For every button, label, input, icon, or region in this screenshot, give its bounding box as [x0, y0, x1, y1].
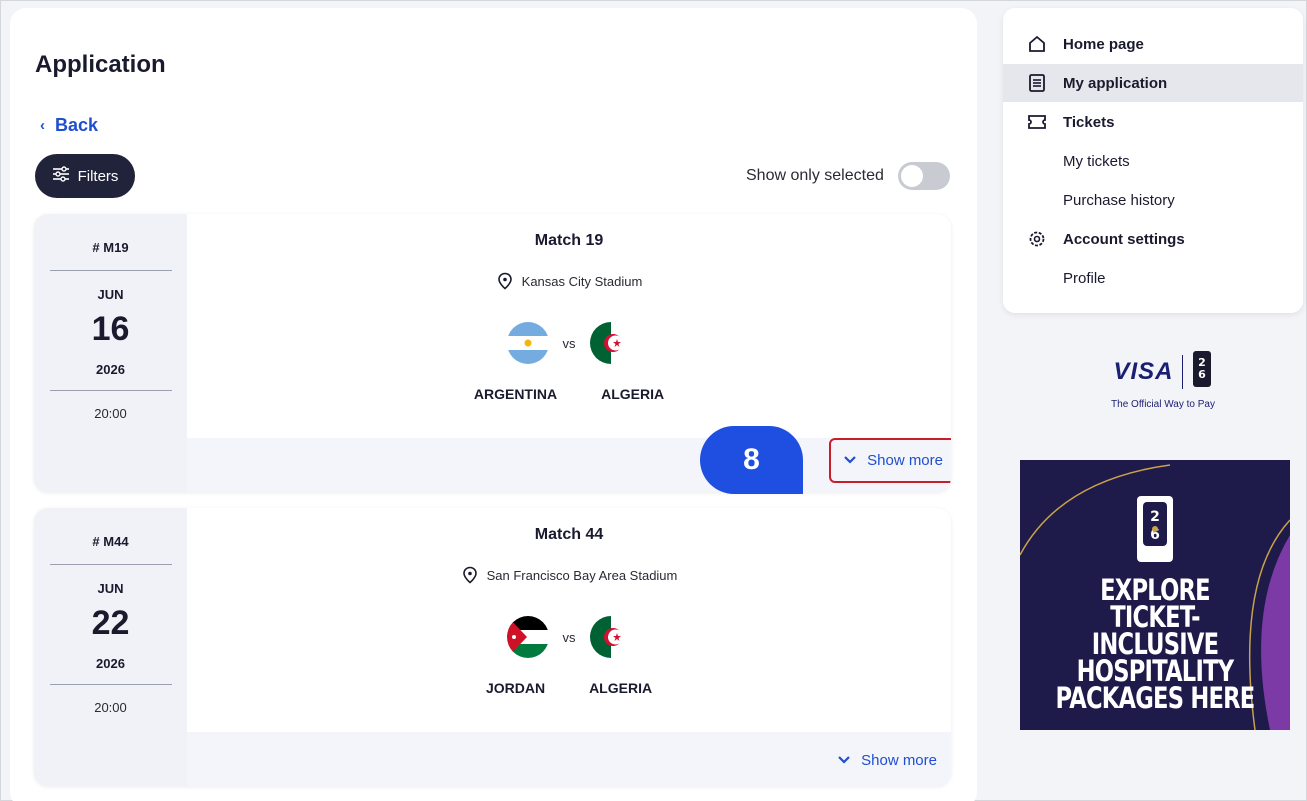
match-code: # M44 [92, 534, 129, 549]
divider [50, 270, 172, 271]
promo-line: PACKAGES HERE [1055, 681, 1256, 715]
ticket-icon [1003, 113, 1063, 131]
match-teams: vs [187, 322, 951, 364]
team-away: ALGERIA [589, 680, 653, 696]
show-more-label: Show more [867, 452, 943, 469]
sidebar-item-label: Profile [1063, 269, 1106, 287]
match-day: 16 [91, 310, 130, 348]
match-time: 20:00 [94, 700, 127, 715]
match-day: 22 [91, 604, 130, 642]
chevron-down-icon [837, 752, 851, 769]
team-home: ARGENTINA [473, 386, 558, 402]
match-time: 20:00 [94, 406, 127, 421]
sidebar-item-purchase-history[interactable]: Purchase history [1003, 181, 1303, 219]
match-card: # M19 JUN 16 2026 20:00 Match 19 Kansas … [34, 214, 951, 492]
match-date-column: # M19 JUN 16 2026 20:00 [34, 214, 187, 492]
match-month: JUN [97, 287, 124, 302]
gear-icon [1003, 229, 1063, 249]
match-year: 2026 [96, 656, 125, 671]
promo-text: EXPLORE TICKET-INCLUSIVE HOSPITALITY PAC… [1050, 576, 1261, 715]
sidebar-item-home[interactable]: Home page [1003, 25, 1303, 63]
hospitality-promo-banner[interactable]: 26 EXPLORE TICKET-INCLUSIVE HOSPITALITY … [1020, 460, 1290, 730]
page-title: Application [35, 51, 166, 78]
promo-line: TICKET-INCLUSIVE [1091, 600, 1219, 661]
chevron-down-icon [843, 452, 857, 469]
location-pin-icon [462, 566, 477, 584]
sidebar-item-my-tickets[interactable]: My tickets [1003, 142, 1303, 180]
fifa-logo-icon: 26 [1191, 350, 1213, 393]
sidebar-item-label: Home page [1063, 35, 1144, 53]
back-label: Back [55, 115, 99, 135]
versus-label: vs [562, 629, 576, 645]
algeria-flag-icon [589, 616, 632, 658]
sidebar-item-my-application[interactable]: My application [1003, 64, 1303, 102]
venue-name: Kansas City Stadium [521, 273, 643, 289]
chevron-left-icon: ‹ [40, 117, 45, 134]
match-info: Match 19 Kansas City Stadium vs ARGENTIN… [187, 214, 951, 438]
sidebar-menu: Home page My application Tickets My tick… [1003, 8, 1303, 313]
match-venue: Kansas City Stadium [187, 272, 951, 290]
match-year: 2026 [96, 362, 125, 377]
toggle-knob [900, 165, 923, 187]
match-date-column: # M44 JUN 22 2026 20:00 [34, 508, 187, 786]
match-info: Match 44 San Francisco Bay Area Stadium [187, 508, 951, 732]
team-home: JORDAN [485, 680, 546, 696]
filters-label: Filters [77, 167, 119, 185]
show-selected-label: Show only selected [746, 167, 884, 184]
match-code: # M19 [92, 240, 129, 255]
show-more-button[interactable]: Show more [833, 746, 941, 775]
document-icon [1003, 73, 1063, 93]
sidebar-item-tickets[interactable]: Tickets [1003, 103, 1303, 141]
home-icon [1003, 34, 1063, 54]
filters-button[interactable]: Filters [35, 154, 135, 198]
step-badge: 8 [700, 426, 803, 494]
match-card: # M44 JUN 22 2026 20:00 Match 44 San Fra… [34, 508, 951, 786]
match-footer: Show more [187, 732, 951, 786]
match-teams: vs [187, 616, 951, 658]
team-names: ARGENTINA ALGERIA [187, 386, 951, 402]
jordan-flag-icon [506, 616, 549, 658]
match-title: Match 44 [534, 526, 604, 543]
show-selected-toggle[interactable] [897, 162, 950, 190]
sidebar-item-profile[interactable]: Profile [1003, 259, 1303, 297]
match-title: Match 19 [534, 232, 604, 249]
divider [1181, 354, 1183, 389]
visa-sponsor: VISA 26 The Official Way to Pay [1098, 350, 1228, 410]
divider [50, 684, 172, 685]
location-pin-icon [497, 272, 512, 290]
sidebar-item-label: My application [1063, 74, 1168, 92]
visa-logo: VISA [1113, 357, 1174, 385]
show-more-button[interactable]: Show more [829, 438, 951, 483]
match-venue: San Francisco Bay Area Stadium [187, 566, 951, 584]
show-more-label: Show more [861, 752, 937, 769]
divider [50, 390, 172, 391]
fifa-world-cup-logo-icon: 26 [1137, 496, 1173, 562]
match-footer: Show more [187, 438, 951, 492]
sidebar-item-label: Account settings [1063, 230, 1185, 248]
match-month: JUN [97, 581, 124, 596]
main-panel: Application ‹ Back Filters Show only sel… [10, 8, 977, 801]
team-away: ALGERIA [601, 386, 665, 402]
venue-name: San Francisco Bay Area Stadium [486, 567, 678, 583]
svg-text:6: 6 [1198, 368, 1206, 381]
algeria-flag-icon [589, 322, 632, 364]
sidebar-item-label: Purchase history [1063, 191, 1175, 209]
visa-tagline: The Official Way to Pay [1111, 399, 1215, 410]
sidebar-item-account-settings[interactable]: Account settings [1003, 220, 1303, 258]
svg-text:2: 2 [1150, 509, 1160, 525]
sliders-icon [52, 166, 70, 186]
show-selected-control: Show only selected [746, 162, 950, 190]
sidebar-item-label: Tickets [1063, 113, 1115, 131]
versus-label: vs [562, 335, 576, 351]
argentina-flag-icon [506, 322, 549, 364]
team-names: JORDAN ALGERIA [187, 680, 951, 696]
sidebar-item-label: My tickets [1063, 152, 1130, 170]
divider [50, 564, 172, 565]
back-link[interactable]: ‹ Back [40, 115, 98, 136]
